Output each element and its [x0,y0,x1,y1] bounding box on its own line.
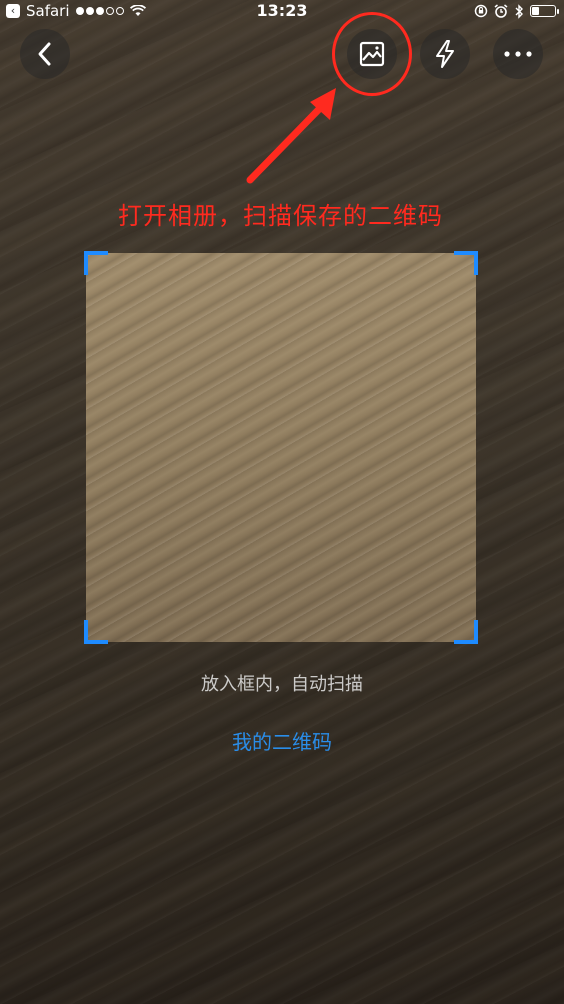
dim-overlay-bottom [0,642,564,1004]
status-right [474,1,559,21]
bluetooth-icon [515,3,523,19]
orientation-lock-icon [474,4,488,18]
ellipsis-icon [504,51,532,57]
scan-frame [84,251,478,644]
dim-overlay-right [476,253,564,642]
more-button[interactable] [493,29,543,79]
annotation-caption: 打开相册，扫描保存的二维码 [118,202,443,230]
dim-overlay-left [0,253,86,642]
scan-hint: 放入框内，自动扫描 [201,674,363,695]
chevron-left-icon [38,42,51,66]
scan-corner-top-left [84,251,108,275]
battery-icon [530,5,559,17]
scan-corner-top-right [454,251,478,275]
my-qr-code-link[interactable]: 我的二维码 [0,726,564,755]
flashlight-button[interactable] [420,29,470,79]
annotation-arrow [246,88,336,184]
lightning-icon [436,40,454,68]
status-bar: ‹ Safari 13:23 [0,0,564,22]
scan-window [86,253,476,642]
alarm-icon [494,4,508,18]
scan-corner-bottom-right [454,620,478,644]
scan-corner-bottom-left [84,620,108,644]
back-button[interactable] [20,29,70,79]
